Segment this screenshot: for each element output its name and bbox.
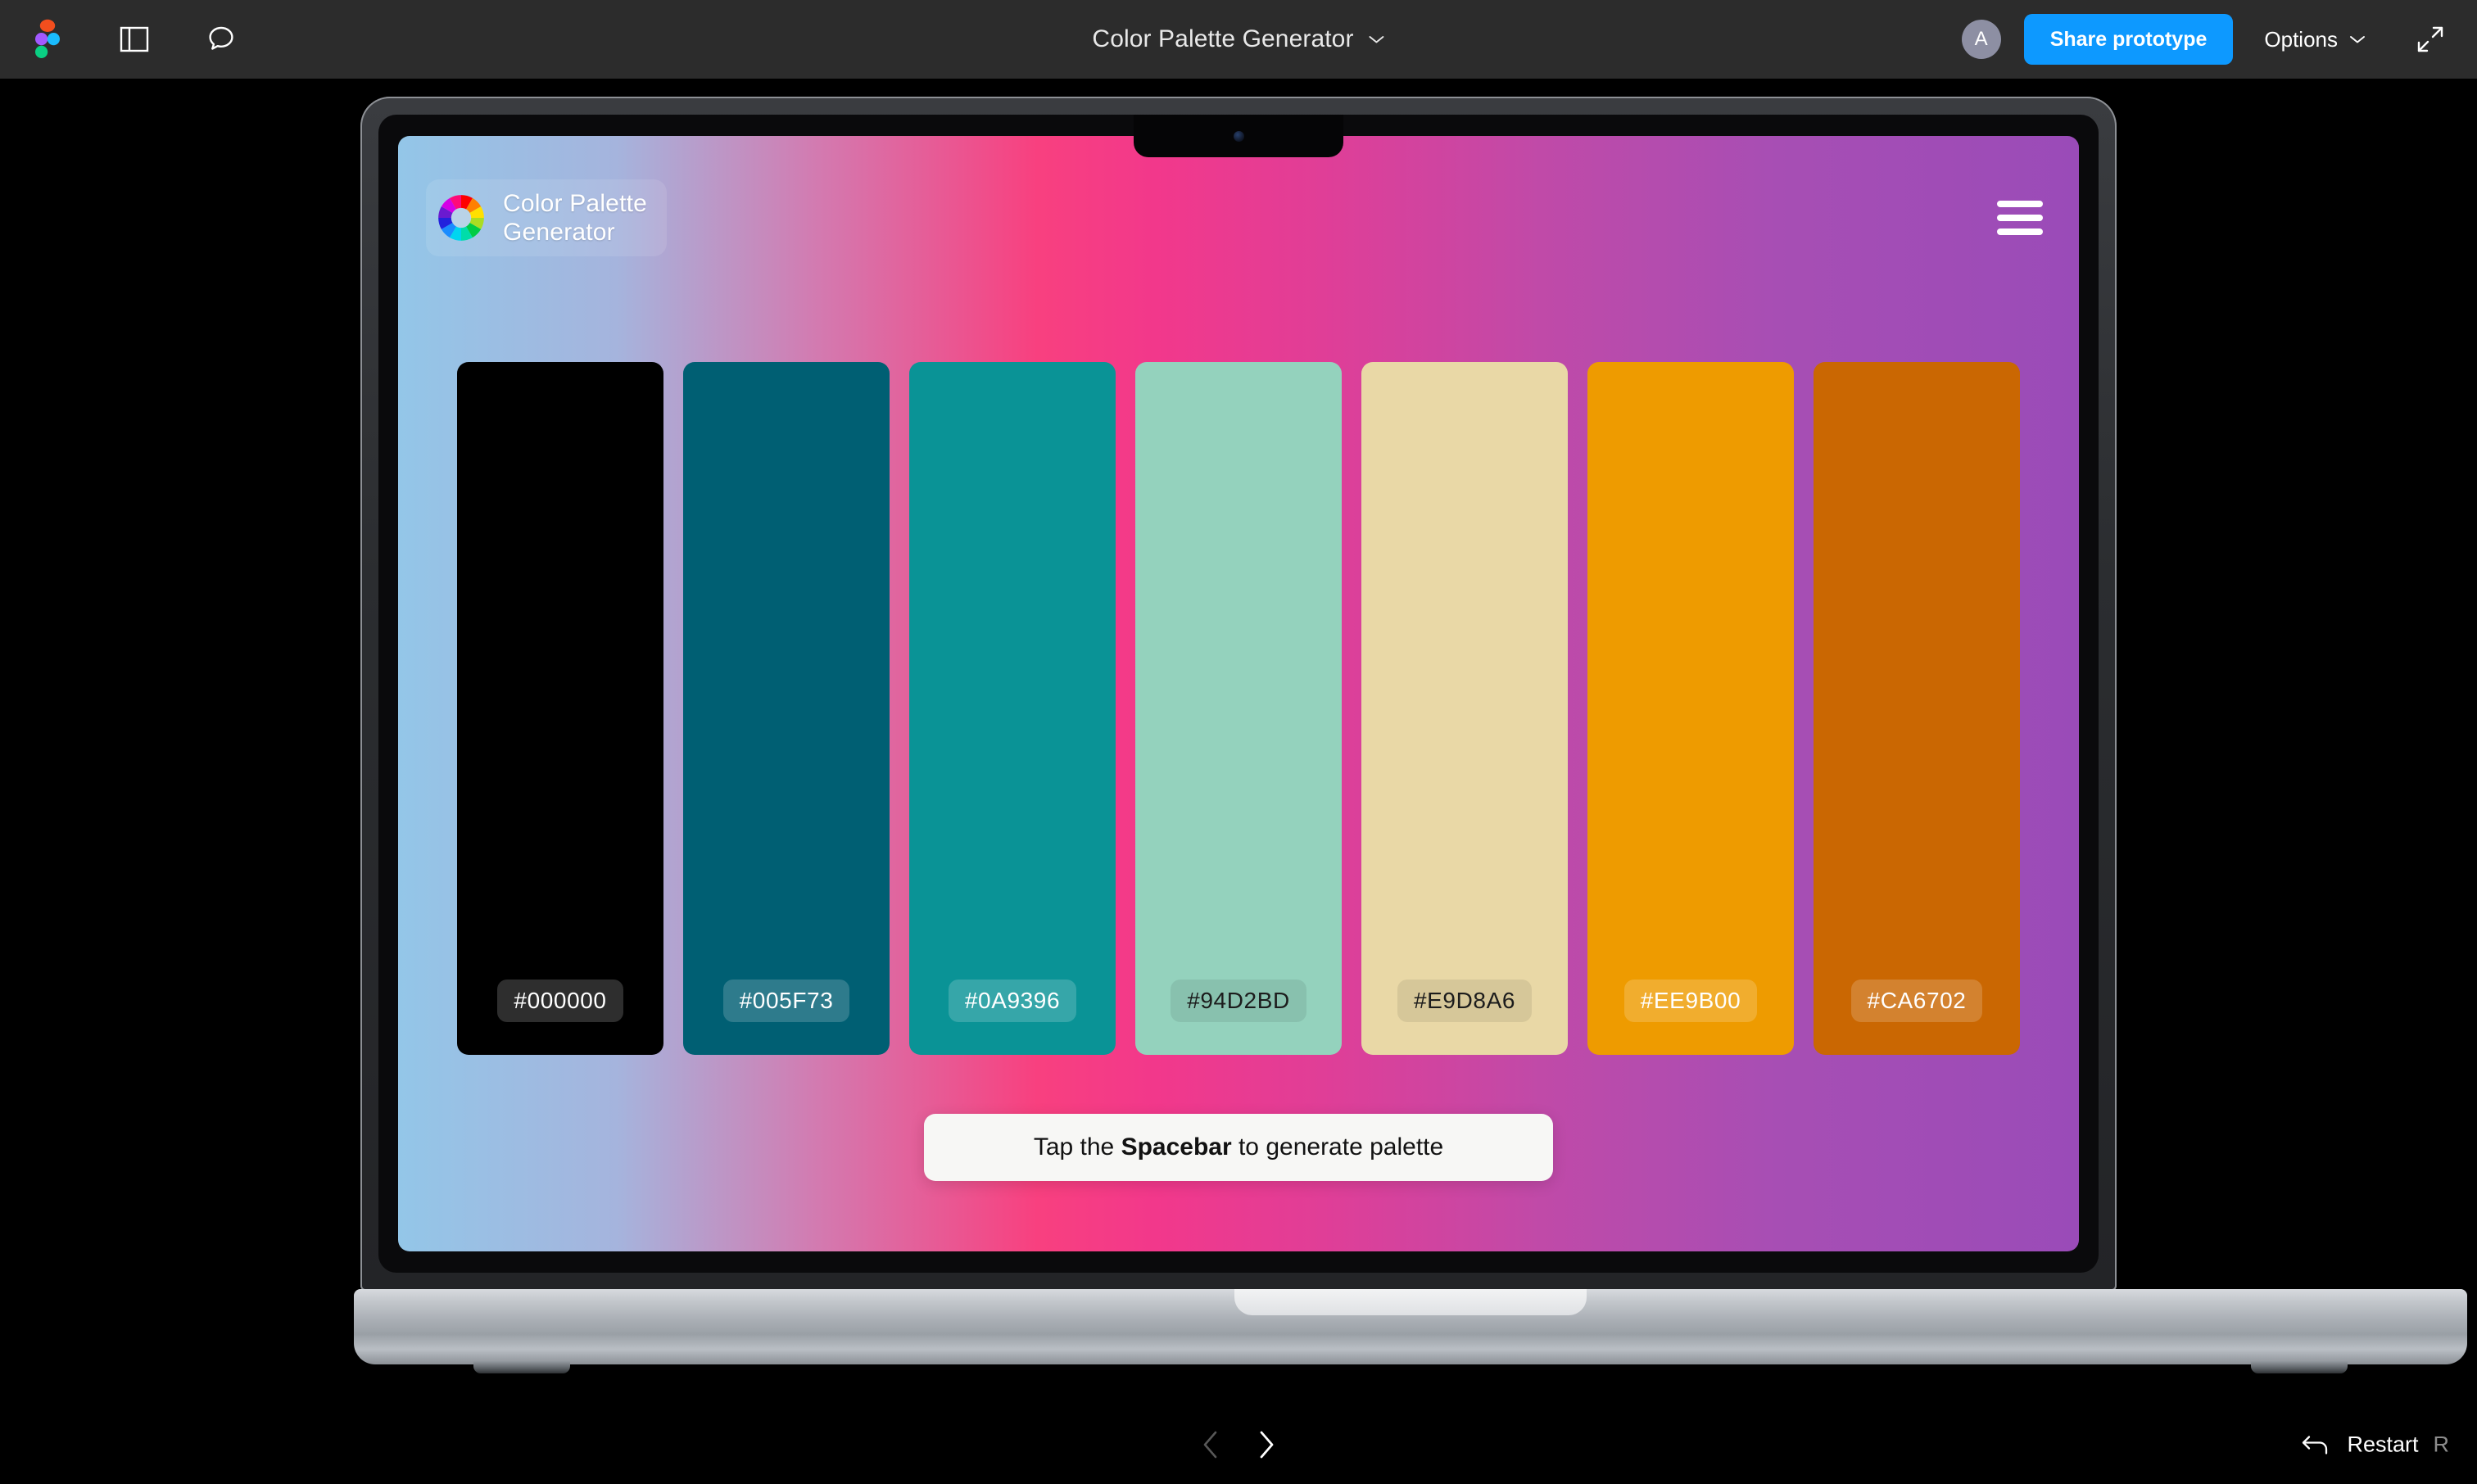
laptop-base-wrapper bbox=[354, 1289, 2467, 1373]
color-swatch[interactable]: #0A9396 bbox=[909, 362, 1116, 1055]
figma-home-button[interactable] bbox=[25, 16, 70, 62]
frame-navigation bbox=[1193, 1426, 1284, 1464]
color-swatch-label: #E9D8A6 bbox=[1397, 980, 1533, 1022]
color-swatch-label: #000000 bbox=[497, 980, 623, 1022]
page-title: Color Palette Generator bbox=[1092, 25, 1354, 52]
restart-shortcut: R bbox=[2433, 1432, 2450, 1457]
hint-text: Tap the Spacebar to generate palette bbox=[1034, 1133, 1443, 1161]
color-swatch[interactable]: #000000 bbox=[457, 362, 663, 1055]
next-frame-arrow[interactable] bbox=[1247, 1426, 1284, 1464]
fullscreen-icon bbox=[2417, 26, 2443, 52]
hint-key: Spacebar bbox=[1121, 1133, 1232, 1161]
color-wheel-icon bbox=[438, 195, 484, 241]
hint-suffix: to generate palette bbox=[1231, 1133, 1444, 1161]
color-swatch[interactable]: #94D2BD bbox=[1135, 362, 1342, 1055]
avatar[interactable]: A bbox=[1961, 20, 2001, 59]
comment-tool-button[interactable] bbox=[198, 16, 244, 62]
laptop-device-frame: Color Palette Generator #000000 #005F73 #0… bbox=[354, 97, 2467, 1373]
restart-button[interactable]: Restart R bbox=[2301, 1432, 2449, 1458]
menu-bar-1 bbox=[1997, 201, 2043, 207]
fullscreen-button[interactable] bbox=[2408, 17, 2452, 61]
restart-label: Restart bbox=[2347, 1432, 2419, 1457]
toolbar-left-group bbox=[0, 16, 244, 62]
color-palette-strip: #000000 #005F73 #0A9396 #94D2BD #E9D8A6 #EE9B… bbox=[457, 362, 2020, 1055]
toolbar-right-group: A Share prototype Options bbox=[1961, 14, 2477, 65]
laptop-base bbox=[354, 1289, 2467, 1373]
color-swatch-label: #94D2BD bbox=[1171, 980, 1306, 1022]
app-header: Color Palette Generator bbox=[426, 179, 2051, 257]
spacebar-hint-banner[interactable]: Tap the Spacebar to generate palette bbox=[924, 1114, 1553, 1181]
menu-bar-2 bbox=[1997, 215, 2043, 221]
layers-panel-toggle[interactable] bbox=[111, 16, 157, 62]
comment-bubble-icon bbox=[209, 26, 233, 50]
hamburger-menu-icon[interactable] bbox=[1994, 192, 2046, 243]
prototype-bottom-bar: Restart R bbox=[0, 1405, 2477, 1484]
app-screen: Color Palette Generator #000000 #005F73 #0… bbox=[398, 136, 2079, 1251]
figma-toolbar: Color Palette Generator A Share prototyp… bbox=[0, 0, 2477, 79]
figma-logo bbox=[35, 19, 60, 58]
chevron-down-icon bbox=[1369, 36, 1384, 43]
color-swatch[interactable]: #CA6702 bbox=[1814, 362, 2020, 1055]
brand-block[interactable]: Color Palette Generator bbox=[426, 179, 668, 257]
previous-frame-arrow[interactable] bbox=[1193, 1426, 1230, 1464]
laptop-foot-right bbox=[2251, 1360, 2348, 1373]
color-swatch[interactable]: #EE9B00 bbox=[1587, 362, 1794, 1055]
laptop-lid: Color Palette Generator #000000 #005F73 #0… bbox=[360, 97, 2117, 1291]
hint-prefix: Tap the bbox=[1033, 1133, 1121, 1161]
color-swatch-label: #0A9396 bbox=[948, 980, 1077, 1022]
restart-arrow-icon bbox=[2303, 1435, 2328, 1455]
laptop-notch bbox=[1134, 115, 1343, 157]
prototype-canvas: Color Palette Generator #000000 #005F73 #0… bbox=[0, 79, 2477, 1484]
brand-title: Color Palette Generator bbox=[503, 189, 648, 246]
webcam-icon bbox=[1233, 130, 1244, 142]
share-prototype-button[interactable]: Share prototype bbox=[2023, 14, 2234, 65]
laptop-foot-left bbox=[473, 1360, 570, 1373]
color-swatch[interactable]: #E9D8A6 bbox=[1361, 362, 1568, 1055]
laptop-base-notch bbox=[1234, 1289, 1587, 1315]
options-label: Options bbox=[2264, 26, 2338, 52]
color-swatch-label: #005F73 bbox=[722, 980, 850, 1022]
sidebar-panel-icon bbox=[120, 26, 149, 52]
chevron-right-icon bbox=[1260, 1431, 1274, 1459]
prototype-title-menu[interactable]: Color Palette Generator bbox=[1092, 25, 1384, 53]
color-swatch-label: #CA6702 bbox=[1850, 980, 1983, 1022]
color-swatch[interactable]: #005F73 bbox=[683, 362, 890, 1055]
color-swatch-label: #EE9B00 bbox=[1623, 980, 1758, 1022]
menu-bar-3 bbox=[1997, 228, 2043, 235]
chevron-down-icon bbox=[2350, 36, 2365, 43]
chevron-left-icon bbox=[1203, 1431, 1217, 1459]
laptop-bezel: Color Palette Generator #000000 #005F73 #0… bbox=[378, 115, 2099, 1273]
options-menu-button[interactable]: Options bbox=[2256, 20, 2374, 59]
